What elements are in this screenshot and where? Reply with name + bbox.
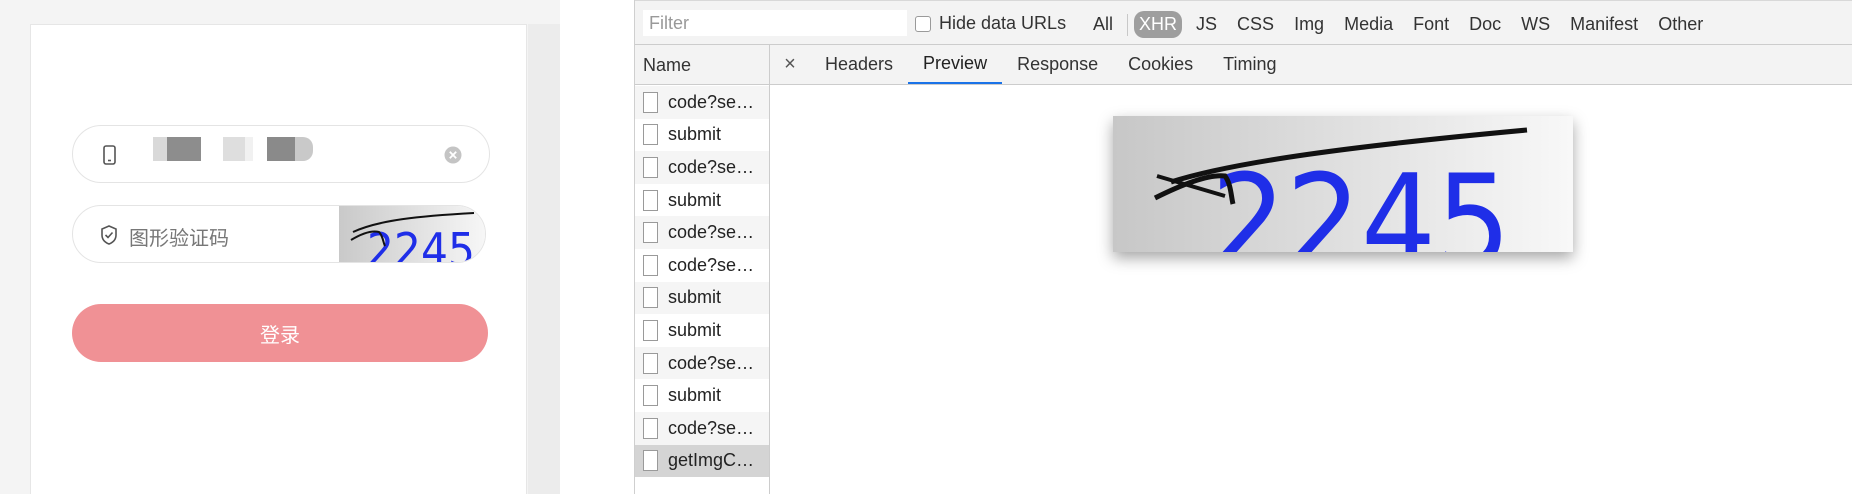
type-filter-group: All XHR JS CSS Img Media Font Doc WS Man… (1087, 11, 1717, 38)
type-filter-other[interactable]: Other (1652, 11, 1709, 38)
captcha-field[interactable]: 图形验证码 2245 (72, 205, 486, 263)
login-area: 图形验证码 2245 登录 (0, 0, 560, 494)
login-button[interactable]: 登录 (72, 304, 488, 362)
request-row[interactable]: code?se… (635, 86, 769, 119)
type-filter-doc[interactable]: Doc (1463, 11, 1507, 38)
filter-bar: Hide data URLs All XHR JS CSS Img Media … (635, 0, 1852, 45)
filter-separator (1127, 13, 1129, 36)
captcha-image[interactable]: 2245 (339, 206, 486, 263)
request-row[interactable]: code?se… (635, 249, 769, 282)
request-row[interactable]: code?se… (635, 346, 769, 380)
hide-data-urls-checkbox[interactable] (915, 15, 931, 32)
shield-check-icon (101, 225, 117, 245)
request-name: submit (668, 319, 722, 340)
request-list: code?se… submit code?se… submit code?se…… (635, 86, 769, 478)
request-row[interactable]: submit (635, 379, 769, 412)
type-filter-font[interactable]: Font (1407, 11, 1455, 38)
type-filter-img[interactable]: Img (1288, 11, 1330, 38)
request-row[interactable]: submit (635, 281, 769, 315)
request-row-selected[interactable]: getImgC… (635, 444, 769, 478)
request-name: submit (668, 124, 722, 145)
request-row[interactable]: code?se… (635, 411, 769, 445)
file-icon (643, 385, 658, 407)
file-icon (643, 156, 658, 178)
tab-preview[interactable]: Preview (908, 45, 1003, 84)
file-icon (643, 319, 658, 341)
request-name: code?se… (668, 254, 755, 275)
request-row[interactable]: submit (635, 184, 769, 217)
mobile-phone-icon (103, 145, 116, 165)
tab-response[interactable]: Response (1002, 45, 1113, 84)
request-name: getImgC… (668, 450, 755, 471)
file-icon (643, 222, 658, 244)
devtools-network-panel: Hide data URLs All XHR JS CSS Img Media … (634, 0, 1852, 494)
file-icon (643, 91, 658, 113)
filter-input[interactable] (643, 10, 907, 36)
file-icon (643, 450, 658, 472)
file-icon (643, 287, 658, 309)
tab-headers[interactable]: Headers (810, 45, 908, 84)
request-row[interactable]: code?se… (635, 216, 769, 249)
request-name-column: Name code?se… submit code?se… submit cod… (635, 45, 770, 494)
close-icon[interactable]: × (770, 45, 810, 84)
type-filter-manifest[interactable]: Manifest (1564, 11, 1644, 38)
type-filter-css[interactable]: CSS (1231, 11, 1280, 38)
file-icon (643, 417, 658, 439)
hide-data-urls-label: Hide data URLs (939, 13, 1067, 33)
request-row[interactable]: code?se… (635, 151, 769, 184)
preview-panel: 2245 (770, 85, 1852, 494)
file-icon (643, 352, 658, 374)
type-filter-ws[interactable]: WS (1515, 11, 1556, 38)
name-column-header[interactable]: Name (635, 45, 769, 85)
file-icon (643, 124, 658, 146)
type-filter-xhr[interactable]: XHR (1134, 11, 1183, 38)
card-shadow (528, 24, 560, 494)
login-card: 图形验证码 2245 登录 (30, 24, 527, 494)
request-name: code?se… (668, 417, 755, 438)
tab-cookies[interactable]: Cookies (1113, 45, 1208, 84)
captcha-placeholder: 图形验证码 (129, 226, 229, 250)
request-name: code?se… (668, 222, 755, 243)
type-filter-all[interactable]: All (1087, 11, 1119, 38)
request-name: code?se… (668, 352, 755, 373)
preview-captcha-image: 2245 (1113, 116, 1573, 252)
request-name: submit (668, 385, 722, 406)
request-row[interactable]: submit (635, 119, 769, 152)
request-name: code?se… (668, 156, 755, 177)
detail-tab-bar: × Headers Preview Response Cookies Timin… (770, 45, 1852, 85)
type-filter-media[interactable]: Media (1338, 11, 1399, 38)
hide-data-urls-toggle[interactable]: Hide data URLs (915, 13, 1066, 34)
request-row[interactable]: submit (635, 314, 769, 347)
request-name: submit (668, 287, 722, 308)
request-name: code?se… (668, 91, 755, 112)
file-icon (643, 189, 658, 211)
file-icon (643, 254, 658, 276)
clear-input-icon[interactable] (443, 145, 463, 165)
type-filter-js[interactable]: JS (1190, 11, 1223, 38)
request-name: submit (668, 189, 722, 210)
tab-timing[interactable]: Timing (1208, 45, 1291, 84)
